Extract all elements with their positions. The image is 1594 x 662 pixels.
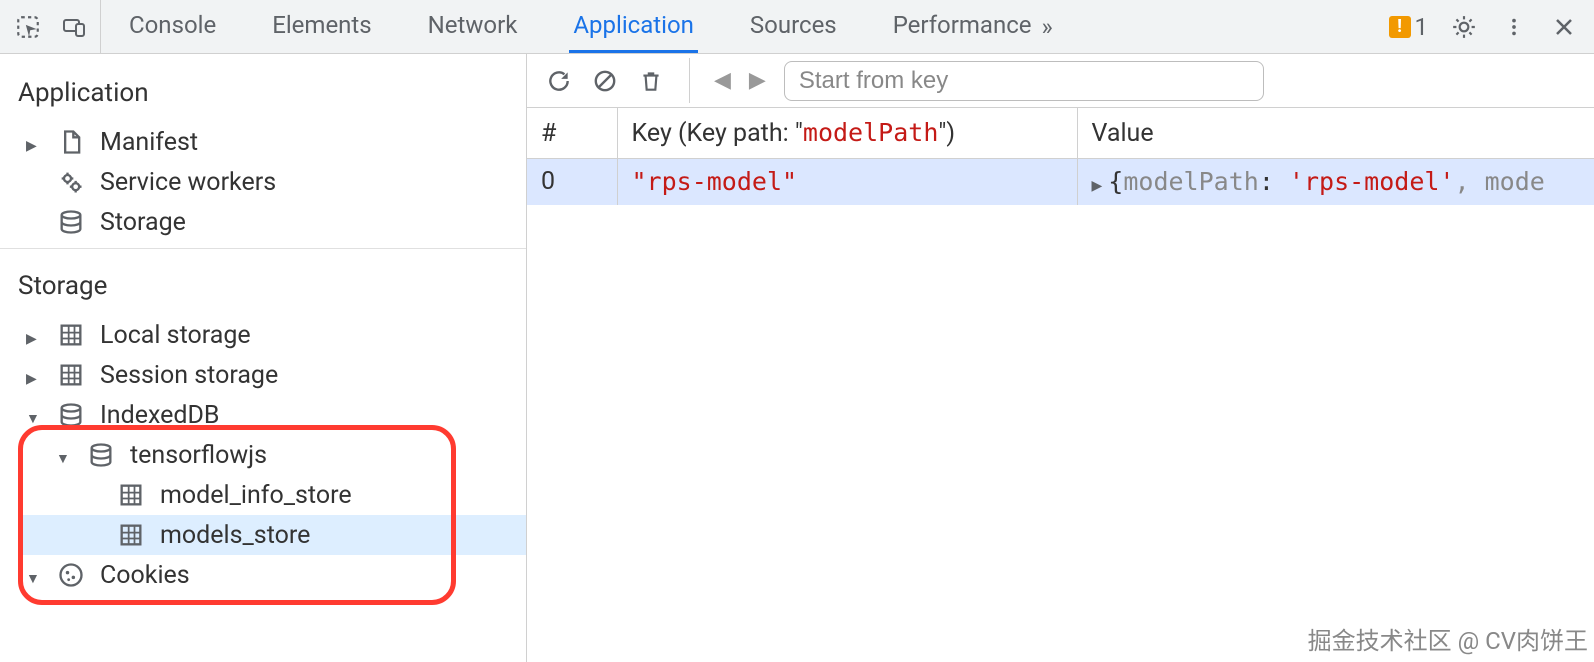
gears-icon (56, 167, 86, 197)
disclosure-triangle-icon[interactable] (26, 128, 42, 157)
search-input[interactable] (799, 67, 1249, 95)
sidebar-item-label: Storage (100, 208, 186, 237)
grid-icon (56, 360, 86, 390)
close-devtools-icon[interactable] (1550, 13, 1578, 41)
sidebar-item-cookies[interactable]: Cookies (18, 555, 526, 595)
sidebar-item-label: Service workers (100, 168, 276, 197)
prev-page-button[interactable]: ◀ (714, 68, 731, 93)
sidebar-item-label: Session storage (100, 361, 278, 390)
db-icon (56, 207, 86, 237)
cell-index: 0 (527, 159, 617, 206)
sidebar-item-storage[interactable]: Storage (18, 202, 526, 242)
sidebar-item-local-storage[interactable]: Local storage (18, 315, 526, 355)
column-header-index[interactable]: # (527, 108, 617, 159)
more-icon[interactable] (1500, 13, 1528, 41)
sidebar-item-model-info-store[interactable]: model_info_store (18, 475, 526, 515)
grid-icon (116, 520, 146, 550)
tab-performance[interactable]: Performance (889, 0, 1036, 53)
inspect-icon[interactable] (14, 13, 42, 41)
issues-badge[interactable]: ! 1 (1389, 13, 1429, 41)
watermark-text: 掘金技术社区 @ CV肉饼王 (1308, 621, 1588, 656)
disclosure-triangle-icon[interactable]: ▶ (1092, 178, 1109, 194)
cell-value: ▶{modelPath: 'rps-model', mode (1077, 159, 1594, 206)
sidebar-item-label: Local storage (100, 321, 251, 350)
sidebar-item-label: Cookies (100, 561, 190, 590)
sidebar-item-service-workers[interactable]: Service workers (18, 162, 526, 202)
warning-icon: ! (1389, 16, 1411, 38)
issues-count: 1 (1415, 13, 1429, 41)
sidebar-item-indexeddb[interactable]: IndexedDB (18, 395, 526, 435)
sidebar-item-label: Manifest (100, 128, 198, 157)
tab-console[interactable]: Console (125, 0, 220, 53)
tab-elements[interactable]: Elements (268, 0, 375, 53)
tab-network[interactable]: Network (424, 0, 522, 53)
tab-sources[interactable]: Sources (746, 0, 841, 53)
sidebar-item-label: IndexedDB (100, 401, 219, 430)
column-header-key[interactable]: Key (Key path: "modelPath") (617, 108, 1077, 159)
sidebar-item-session-storage[interactable]: Session storage (18, 355, 526, 395)
tab-application[interactable]: Application (569, 0, 698, 53)
clear-button[interactable] (591, 67, 619, 95)
sidebar-section-title: Storage (0, 265, 526, 315)
device-toggle-icon[interactable] (60, 13, 88, 41)
sidebar-item-manifest[interactable]: Manifest (18, 122, 526, 162)
db-icon (86, 440, 116, 470)
sidebar-item-label: model_info_store (160, 481, 352, 510)
disclosure-triangle-icon[interactable] (26, 321, 42, 350)
sidebar-item-tensorflowjs[interactable]: tensorflowjs (18, 435, 526, 475)
disclosure-triangle-icon[interactable] (26, 561, 42, 590)
sidebar-section-title: Application (0, 72, 526, 122)
sidebar-item-label: models_store (160, 521, 310, 550)
next-page-button[interactable]: ▶ (749, 68, 766, 93)
cell-key: "rps-model" (617, 159, 1077, 206)
settings-icon[interactable] (1450, 13, 1478, 41)
column-header-value[interactable]: Value (1077, 108, 1594, 159)
search-input-wrapper (784, 61, 1264, 101)
disclosure-triangle-icon[interactable] (26, 361, 42, 390)
db-icon (56, 400, 86, 430)
cookie-icon (56, 560, 86, 590)
disclosure-triangle-icon[interactable] (26, 401, 42, 430)
file-icon (56, 127, 86, 157)
sidebar-item-models-store[interactable]: models_store (18, 515, 526, 555)
refresh-button[interactable] (545, 67, 573, 95)
table-row[interactable]: 0"rps-model"▶{modelPath: 'rps-model', mo… (527, 159, 1594, 206)
sidebar-item-label: tensorflowjs (130, 441, 267, 470)
tab-overflow-button[interactable]: » (1036, 13, 1059, 41)
disclosure-triangle-icon[interactable] (56, 441, 72, 470)
grid-icon (56, 320, 86, 350)
delete-button[interactable] (637, 67, 665, 95)
grid-icon (116, 480, 146, 510)
